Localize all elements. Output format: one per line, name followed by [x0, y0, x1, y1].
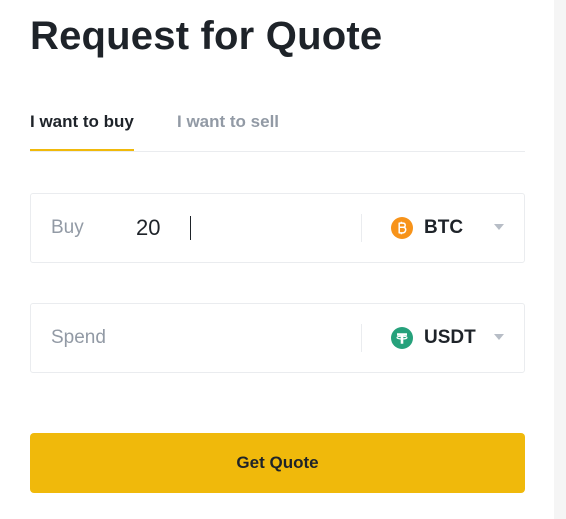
buy-coin-name: BTC	[424, 217, 464, 238]
tab-buy[interactable]: I want to buy	[30, 110, 134, 151]
chevron-down-icon	[494, 224, 504, 230]
tab-sell[interactable]: I want to sell	[177, 110, 279, 134]
spend-coin-name: USDT	[424, 327, 476, 348]
buy-amount-input[interactable]	[136, 212, 351, 244]
bitcoin-icon	[391, 217, 413, 239]
spend-label: Spend	[51, 327, 106, 348]
buy-coin-select[interactable]: BTC	[362, 194, 524, 262]
scrollbar-track[interactable]	[554, 0, 566, 519]
text-cursor	[190, 216, 191, 240]
spend-field: Spend USDT	[30, 303, 525, 373]
chevron-down-icon	[494, 334, 504, 340]
page-title: Request for Quote	[30, 14, 383, 58]
spend-amount-input[interactable]	[136, 322, 351, 354]
get-quote-button[interactable]: Get Quote	[30, 433, 525, 493]
rfq-page: Request for Quote I want to buy I want t…	[0, 0, 566, 519]
buy-label: Buy	[51, 217, 84, 238]
tether-icon	[391, 327, 413, 349]
trade-direction-tabs: I want to buy I want to sell	[30, 110, 525, 152]
spend-coin-select[interactable]: USDT	[362, 304, 524, 372]
buy-field: Buy BTC	[30, 193, 525, 263]
